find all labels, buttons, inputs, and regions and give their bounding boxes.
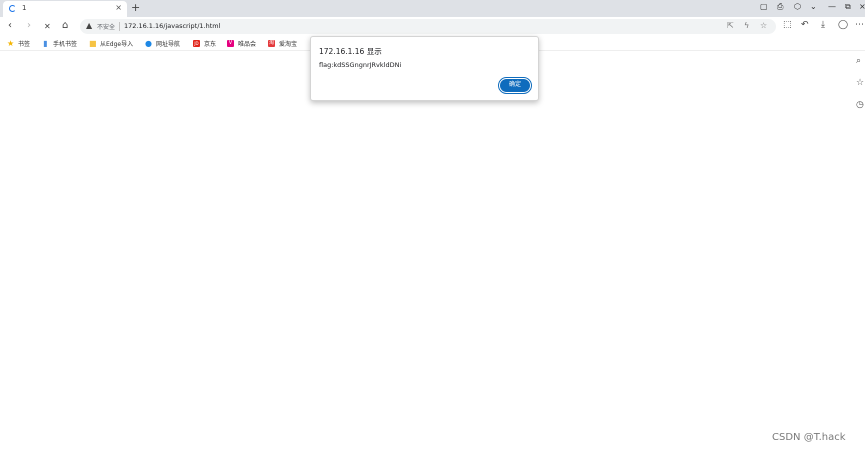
forward-button[interactable]: › [27, 20, 31, 32]
close-window-button[interactable]: × [859, 2, 865, 11]
bookmark-item[interactable]: JD 京东 [193, 39, 216, 48]
warning-icon[interactable]: ▲ [86, 21, 92, 30]
minimize-button[interactable]: — [828, 2, 836, 11]
more-menu-icon[interactable]: ⋯ [855, 20, 864, 30]
taobao-icon: 淘 [268, 40, 275, 47]
url-text[interactable]: 172.16.1.16/javascript/1.html [124, 22, 220, 30]
sidebar-history-icon[interactable]: ◷ [856, 100, 864, 110]
bookmark-label: 唯品会 [238, 41, 257, 48]
undo-dropdown-icon[interactable]: ↶ [801, 20, 809, 30]
extensions-puzzle-icon[interactable]: ⬚ [783, 20, 792, 30]
bookmark-label: 爱淘宝 [279, 41, 298, 48]
vip-icon: V [227, 40, 234, 47]
tab-active[interactable]: 1 × [3, 1, 127, 17]
bookmark-item[interactable]: ● 网址导航 [145, 39, 181, 49]
bookmark-item[interactable]: 淘 爱淘宝 [268, 39, 297, 48]
favorite-star-icon[interactable]: ☆ [760, 21, 767, 30]
tab-title: 1 [22, 4, 27, 12]
star-icon: ★ [7, 39, 15, 48]
sidebar-favorites-icon[interactable]: ☆ [856, 78, 864, 88]
bookmark-label: 京东 [204, 41, 217, 48]
bookmark-item[interactable]: ■ 从Edge导入 [89, 39, 134, 49]
alert-dialog: 172.16.1.16 显示 flag:kdSSGngnrJRvkldDNi 确… [310, 36, 539, 101]
maximize-button[interactable]: ⧉ [845, 2, 851, 12]
bookmark-label: 书签 [18, 41, 31, 48]
ok-button[interactable]: 确定 [498, 77, 532, 94]
edge-icon: ● [145, 39, 152, 48]
divider [119, 22, 120, 31]
download-icon[interactable]: ⤓ [821, 20, 825, 30]
sidebar-search-icon[interactable]: ⌕ [856, 56, 861, 66]
stop-button[interactable]: ✕ [44, 21, 51, 33]
bookmark-item[interactable]: ▮ 手机书签 [42, 39, 78, 49]
security-label[interactable]: 不安全 [97, 22, 115, 31]
new-tab-button[interactable]: + [131, 1, 140, 14]
profile-avatar-icon[interactable]: ◯ [838, 20, 848, 30]
tab-strip: 1 × + ▢ ⎙ ⬡ ⌄ — ⧉ × [0, 0, 865, 17]
address-bar[interactable]: ▲ 不安全 172.16.1.16/javascript/1.html ⇱ ϟ … [80, 19, 776, 34]
bookmark-item[interactable]: ★ 书签 [7, 39, 31, 49]
folder-icon: ■ [89, 39, 97, 48]
bookmark-label: 从Edge导入 [100, 41, 134, 48]
bookmark-item[interactable]: V 唯品会 [227, 39, 256, 48]
back-button[interactable]: ‹ [8, 20, 12, 32]
dialog-message: flag:kdSSGngnrJRvkldDNi [319, 61, 402, 69]
tab-close-icon[interactable]: × [115, 3, 122, 12]
loading-spinner-icon [9, 5, 16, 12]
extension-icon[interactable]: ⬡ [794, 2, 801, 11]
screenshot-icon[interactable]: ⎙ [777, 2, 783, 12]
csdn-watermark: CSDN @T.hack [772, 432, 846, 443]
tab-search-icon[interactable]: ▢ [760, 2, 768, 11]
lightning-icon[interactable]: ϟ [744, 21, 749, 30]
share-icon[interactable]: ⇱ [727, 21, 734, 30]
menu-dropdown-icon[interactable]: ⌄ [810, 2, 817, 11]
home-button[interactable]: ⌂ [62, 20, 68, 32]
bookmark-label: 手机书签 [53, 41, 78, 48]
toolbar: ‹ › ✕ ⌂ ▲ 不安全 172.16.1.16/javascript/1.h… [0, 17, 865, 37]
dialog-title: 172.16.1.16 显示 [319, 47, 382, 56]
bookmark-label: 网址导航 [156, 41, 181, 48]
jd-icon: JD [193, 40, 200, 47]
phone-icon: ▮ [43, 39, 48, 48]
